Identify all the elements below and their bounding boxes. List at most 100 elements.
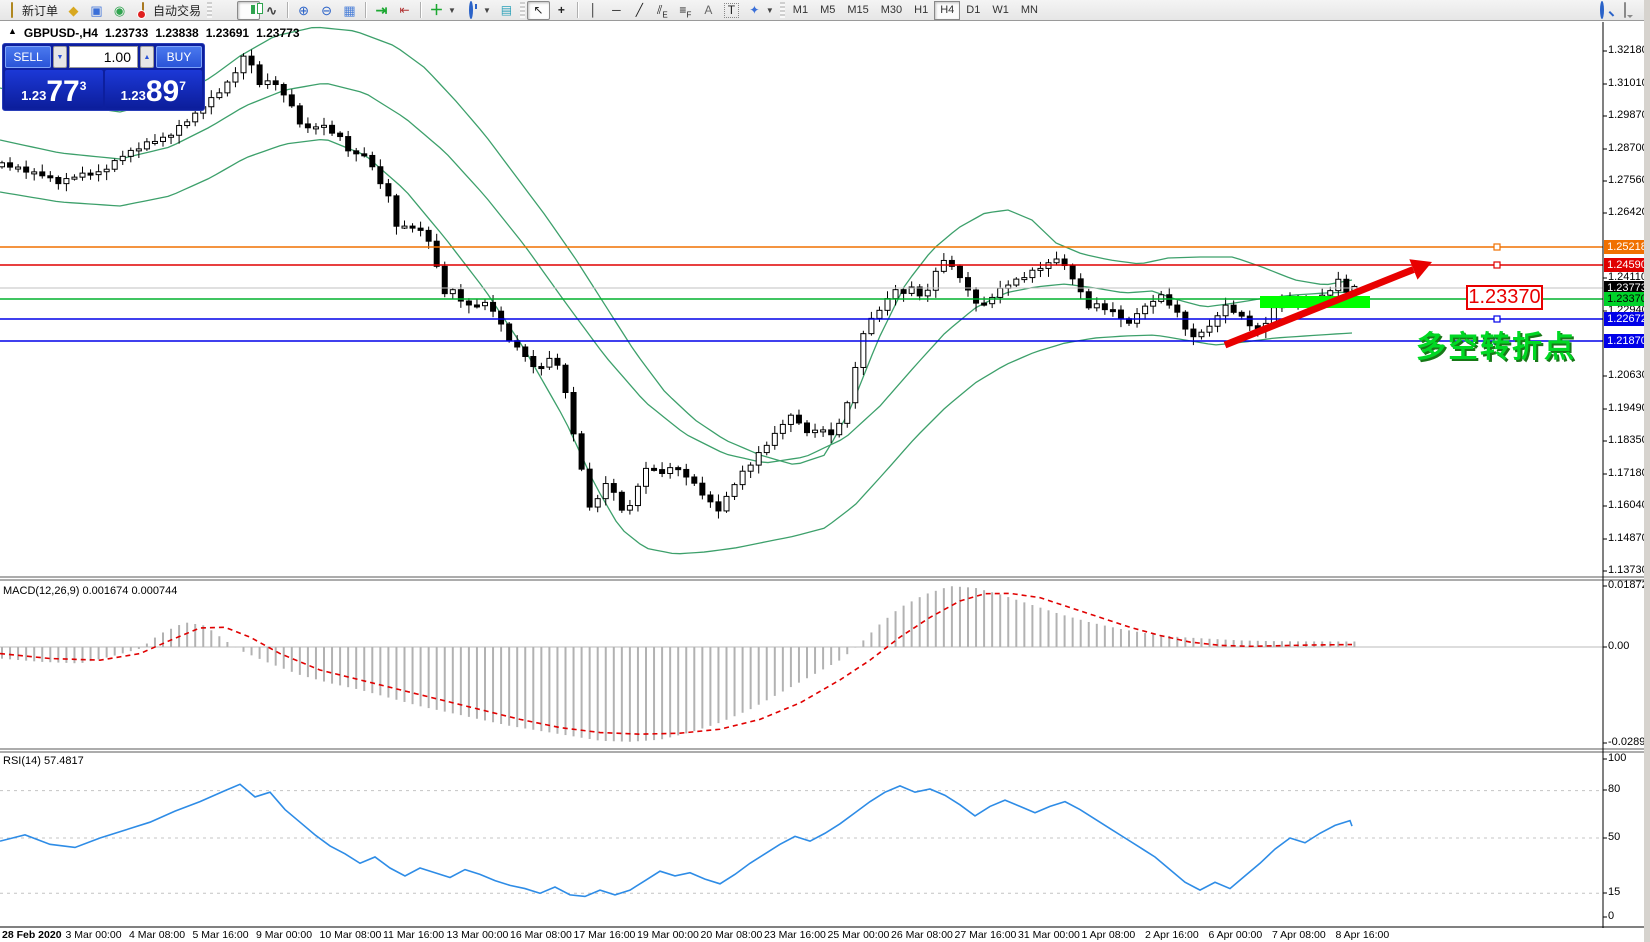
toolbar-separator [207, 2, 213, 18]
time-tick-label: 28 Feb 2020 [2, 929, 62, 941]
ohlc-open: 1.23733 [104, 26, 149, 40]
new-order-button[interactable]: 新订单 [0, 1, 62, 20]
line-chart-button[interactable]: ∿ [260, 1, 283, 20]
chat-button[interactable] [1613, 1, 1636, 20]
price-tick-label: 1.31010 [1608, 77, 1648, 89]
timeframe-w1[interactable]: W1 [986, 1, 1015, 20]
toolbar-separator [576, 2, 578, 18]
search-button[interactable] [1590, 0, 1613, 20]
time-tick-label: 3 Mar 00:00 [65, 929, 122, 941]
timeframe-h1[interactable]: H1 [908, 1, 934, 20]
price-tick-label: 1.14870 [1608, 532, 1648, 544]
ohlc-high: 1.23838 [155, 26, 199, 40]
rsi-tick-label: 100 [1608, 752, 1627, 764]
chevron-down-icon: ▼ [765, 5, 774, 15]
toolbar-separator [779, 2, 785, 18]
zoom-in-button[interactable]: ⊕ [292, 1, 315, 20]
symbol-info: ▲ GBPUSD-,H4 1.23733 1.23838 1.23691 1.2… [8, 26, 300, 40]
arrows-button[interactable]: ✦ ▼ [743, 1, 778, 20]
time-tick-label: 13 Mar 00:00 [446, 929, 509, 941]
crosshair-icon: + [557, 2, 565, 17]
templates-button[interactable]: ▤ [495, 1, 518, 20]
templates-icon: ▤ [500, 2, 513, 17]
time-tick-label: 4 Mar 08:00 [129, 929, 186, 941]
signals-button[interactable]: ◉ [108, 1, 131, 20]
ohlc-close: 1.23773 [256, 26, 300, 40]
price-tick-label: 1.13730 [1608, 564, 1648, 576]
time-tick-label: 1 Apr 08:00 [1081, 929, 1136, 941]
text-button[interactable]: A [697, 1, 720, 20]
time-tick-label: 11 Mar 16:00 [383, 929, 445, 941]
time-tick-label: 8 Apr 16:00 [1335, 929, 1390, 941]
cursor-button[interactable]: ↖ [526, 0, 550, 20]
rsi-tick-label: 15 [1608, 886, 1621, 898]
symbol-name: GBPUSD-,H4 [23, 26, 98, 40]
zoom-out-icon: ⊖ [321, 2, 332, 18]
price-annotation-box[interactable]: 1.23370 [1466, 285, 1543, 310]
rsi-label: RSI(14) 57.4817 [3, 755, 84, 767]
horizontal-line-button[interactable]: ─ [605, 1, 628, 20]
periods-clock-icon [469, 0, 474, 19]
chart-shift-button[interactable]: ⇤ [393, 1, 416, 20]
volume-up-button[interactable]: ▲ [140, 46, 154, 68]
time-tick-label: 10 Mar 08:00 [319, 929, 382, 941]
crosshair-button[interactable]: + [550, 1, 573, 20]
equidistant-channel-icon: ⫽E [657, 2, 668, 19]
macd-tick-label: 0.00 [1608, 640, 1630, 652]
rsi-tick-label: 50 [1608, 831, 1621, 843]
history-button[interactable]: ◆ [62, 1, 85, 20]
bar-chart-button[interactable] [214, 1, 237, 20]
time-tick-label: 27 Mar 16:00 [954, 929, 1017, 941]
bid-pipette: 3 [79, 79, 87, 93]
timeframe-m1[interactable]: M1 [787, 1, 814, 20]
timeframe-d1[interactable]: D1 [960, 1, 986, 20]
timeframe-h4[interactable]: H4 [934, 0, 961, 20]
bid-price-panel[interactable]: 1.23 77 3 [5, 70, 103, 108]
trendline-button[interactable]: ╱ [628, 1, 651, 20]
timeframe-m5[interactable]: M5 [814, 1, 841, 20]
time-tick-label: 17 Mar 16:00 [573, 929, 636, 941]
toolbar-separator [519, 2, 525, 18]
timeframe-m30[interactable]: M30 [875, 1, 908, 20]
fibonacci-button[interactable]: ≡F [674, 1, 697, 20]
scroll-to-end-button[interactable]: ⇥ [370, 1, 393, 20]
autotrading-button[interactable]: 自动交易 [131, 1, 205, 20]
chart-canvas[interactable] [0, 22, 1650, 942]
text-label-button[interactable]: T [720, 1, 743, 20]
timeframe-m15[interactable]: M15 [841, 1, 874, 20]
volume-down-button[interactable]: ▼ [53, 46, 67, 68]
periods-button[interactable]: ▼ [460, 0, 495, 20]
vertical-line-icon: │ [589, 2, 598, 17]
ask-price-panel[interactable]: 1.23 89 7 [104, 70, 202, 108]
volume-input[interactable]: 1.00 [69, 46, 138, 68]
turning-point-annotation[interactable]: 多空转折点 [1416, 322, 1576, 366]
price-tick-label: 1.27560 [1608, 174, 1648, 186]
market-button[interactable]: ▣ [85, 1, 108, 20]
chart-icon: ▲ [8, 26, 17, 36]
time-tick-label: 9 Mar 00:00 [256, 929, 313, 941]
text-label-icon: T [723, 2, 739, 18]
macd-label: MACD(12,26,9) 0.001674 0.000744 [3, 585, 178, 597]
chat-icon [1623, 1, 1626, 18]
cursor-icon: ↖ [533, 2, 544, 17]
vertical-line-button[interactable]: │ [582, 1, 605, 20]
price-tick-label: 1.26420 [1608, 206, 1648, 218]
sell-button[interactable]: SELL [5, 46, 51, 68]
time-tick-label: 16 Mar 08:00 [510, 929, 572, 941]
horizontal-line-icon: ─ [612, 2, 621, 17]
search-icon [1600, 0, 1604, 19]
candlestick-chart-button[interactable] [237, 0, 261, 20]
timeframe-mn[interactable]: MN [1015, 1, 1044, 20]
zoom-in-icon: ⊕ [298, 2, 309, 18]
chevron-down-icon: ▼ [448, 5, 456, 15]
chart-window[interactable]: ▲ GBPUSD-,H4 1.23733 1.23838 1.23691 1.2… [0, 22, 1650, 942]
tile-windows-button[interactable]: ▦ [338, 1, 361, 20]
buy-button[interactable]: BUY [156, 46, 202, 68]
zoom-out-button[interactable]: ⊖ [315, 1, 338, 20]
price-tick-label: 1.16040 [1608, 499, 1648, 511]
indicators-button[interactable]: ＋ ▼ [425, 1, 460, 20]
price-tick-label: 1.17180 [1608, 467, 1648, 479]
equidistant-channel-button[interactable]: ⫽E [651, 1, 674, 20]
indicators-icon: ＋ [429, 1, 444, 18]
scroll-to-end-icon: ⇥ [375, 1, 388, 18]
